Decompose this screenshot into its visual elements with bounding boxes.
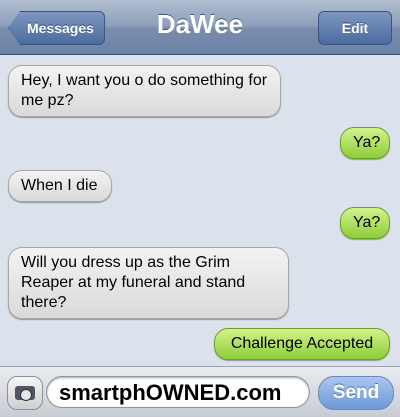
incoming-message: Hey, I want you o do something for me pz… [8, 65, 281, 117]
message-thread[interactable]: Hey, I want you o do something for me pz… [0, 55, 400, 366]
outgoing-message: Ya? [340, 127, 390, 159]
compose-bar: smartphOWNED.com Send [0, 366, 400, 417]
outgoing-message: Challenge Accepted [214, 328, 390, 360]
incoming-message: Will you dress up as the Grim Reaper at … [8, 247, 289, 319]
camera-lens [20, 389, 32, 401]
outgoing-message: Ya? [340, 207, 390, 239]
send-button[interactable]: Send [318, 376, 394, 410]
incoming-message: When I die [8, 170, 112, 202]
edit-button[interactable]: Edit [318, 11, 392, 45]
navigation-bar: Messages DaWee Edit [0, 0, 400, 55]
camera-button[interactable] [7, 376, 43, 410]
message-input[interactable]: smartphOWNED.com [46, 376, 310, 408]
